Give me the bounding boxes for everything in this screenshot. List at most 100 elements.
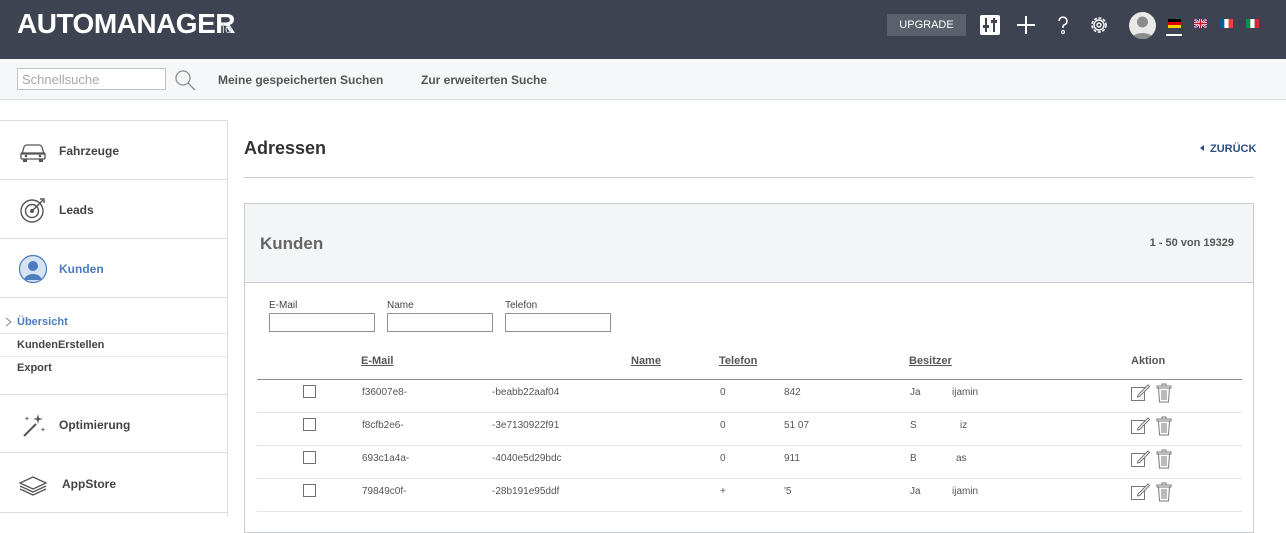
edit-icon[interactable] <box>1130 416 1150 436</box>
top-bar: AUTOMANAGER io UPGRADE <box>0 0 1286 59</box>
cell-owner-end: as <box>956 453 967 464</box>
filter-name-input[interactable] <box>387 313 493 332</box>
cell-phone-end: '5 <box>784 486 792 497</box>
car-icon <box>20 144 46 162</box>
magic-wand-icon <box>23 414 46 437</box>
cell-phone-end: 51 07 <box>784 420 810 431</box>
cell-name: -3e7130922f91 <box>492 420 560 431</box>
delete-icon[interactable] <box>1154 482 1174 502</box>
help-icon[interactable] <box>1051 13 1075 37</box>
gear-icon[interactable] <box>1087 13 1111 37</box>
cell-owner-start: Ja <box>910 486 921 497</box>
app-logo-suffix: io <box>222 21 233 36</box>
sidebar-item-optimierung[interactable]: Optimierung <box>0 394 227 453</box>
active-language-indicator <box>1166 34 1182 36</box>
column-header-phone[interactable]: Telefon <box>719 355 757 367</box>
sidebar: Fahrzeuge Leads Kunden Übersicht KundenE… <box>0 120 228 517</box>
table-row: 79849c0f- -28b191e95ddf + '5 Ja ijamin <box>257 479 1242 512</box>
cell-name: -4040e5d29bdc <box>492 453 562 464</box>
divider <box>244 177 1254 178</box>
delete-icon[interactable] <box>1154 383 1174 403</box>
cell-owner-end: ijamin <box>952 486 979 497</box>
sidebar-item-fahrzeuge[interactable]: Fahrzeuge <box>0 121 227 180</box>
sidebar-subitem-uebersicht[interactable]: Übersicht <box>0 311 227 334</box>
cell-phone-start: 0 <box>720 420 726 431</box>
sidebar-item-leads[interactable]: Leads <box>0 180 227 239</box>
target-icon <box>20 198 45 223</box>
cell-email: f8cfb2e6- <box>362 420 404 431</box>
table-row: 693c1a4a- -4040e5d29bdc 0 911 B as <box>257 446 1242 479</box>
cell-owner-end: iz <box>960 420 968 431</box>
delete-icon[interactable] <box>1154 449 1174 469</box>
plus-icon[interactable] <box>1014 13 1038 37</box>
column-header-action: Aktion <box>1131 355 1166 367</box>
cell-owner-start: Ja <box>910 387 921 398</box>
edit-icon[interactable] <box>1130 449 1150 469</box>
cell-phone-end: 842 <box>784 387 801 398</box>
sidebar-item-label: Fahrzeuge <box>59 144 120 158</box>
upgrade-button[interactable]: UPGRADE <box>887 14 966 36</box>
filter-phone-input[interactable] <box>505 313 611 332</box>
panel-header: Kunden 1 - 50 von 19329 <box>245 204 1253 283</box>
cell-email: f36007e8- <box>362 387 408 398</box>
quick-search-input[interactable] <box>17 68 166 90</box>
edit-icon[interactable] <box>1130 383 1150 403</box>
row-checkbox[interactable] <box>303 484 316 497</box>
row-checkbox[interactable] <box>303 418 316 431</box>
avatar[interactable] <box>1129 12 1156 39</box>
advanced-search-link[interactable]: Zur erweiterten Suche <box>421 73 547 87</box>
cell-phone-start: 0 <box>720 387 726 398</box>
flag-gb-icon[interactable] <box>1194 19 1207 28</box>
sidebar-item-label: Leads <box>59 203 94 217</box>
row-checkbox[interactable] <box>303 385 316 398</box>
flag-de-icon[interactable] <box>1168 19 1181 28</box>
cell-phone-start: 0 <box>720 453 726 464</box>
column-header-owner[interactable]: Besitzer <box>909 355 952 367</box>
back-label: ZURÜCK <box>1210 143 1257 155</box>
filter-email-label: E-Mail <box>269 300 298 311</box>
cell-name: -beabb22aaf04 <box>492 387 560 398</box>
search-icon[interactable] <box>174 69 196 91</box>
cell-owner-start: S <box>910 420 917 431</box>
delete-icon[interactable] <box>1154 416 1174 436</box>
panel-title: Kunden <box>260 234 324 253</box>
cell-phone-end: 911 <box>784 453 800 464</box>
cell-owner-end: ijamin <box>952 387 979 398</box>
layers-icon <box>18 476 48 496</box>
cell-email: 79849c0f- <box>362 486 407 497</box>
caret-left-icon <box>1200 145 1204 151</box>
search-bar: Meine gespeicherten Suchen Zur erweitert… <box>0 59 1286 100</box>
sidebar-item-label: AppStore <box>62 477 116 491</box>
edit-icon[interactable] <box>1130 482 1150 502</box>
back-link[interactable]: ZURÜCK <box>1200 143 1256 155</box>
result-count: 1 - 50 von 19329 <box>1149 237 1234 249</box>
table-row: f8cfb2e6- -3e7130922f91 0 51 07 S iz <box>257 413 1242 446</box>
table-row: f36007e8- -beabb22aaf04 0 842 Ja ijamin <box>257 380 1242 413</box>
cell-email: 693c1a4a- <box>362 453 410 464</box>
cell-phone-start: + <box>720 486 726 497</box>
flag-fr-icon[interactable] <box>1220 19 1233 28</box>
sidebar-item-label: Optimierung <box>59 418 131 432</box>
column-header-email[interactable]: E-Mail <box>361 355 393 367</box>
page-title: Adressen <box>244 138 327 158</box>
saved-searches-link[interactable]: Meine gespeicherten Suchen <box>218 73 383 87</box>
filter-phone-label: Telefon <box>505 300 538 311</box>
sidebar-item-kunden[interactable]: Kunden <box>0 239 227 298</box>
sliders-icon[interactable] <box>978 13 1002 37</box>
chevron-right-icon <box>5 317 12 327</box>
cell-owner-start: B <box>910 453 917 464</box>
filter-email-input[interactable] <box>269 313 375 332</box>
filter-name-label: Name <box>387 300 414 311</box>
flag-it-icon[interactable] <box>1246 19 1259 28</box>
person-icon <box>18 254 48 284</box>
sidebar-subitem-export[interactable]: Export <box>0 357 227 380</box>
sidebar-item-label: Kunden <box>59 262 104 276</box>
sidebar-subitem-label: KundenErstellen <box>17 339 105 351</box>
sidebar-subitem-label: Übersicht <box>17 316 68 328</box>
sidebar-item-appstore[interactable]: AppStore <box>0 454 227 513</box>
sidebar-subitem-kunden-erstellen[interactable]: KundenErstellen <box>0 334 227 357</box>
app-logo[interactable]: AUTOMANAGER <box>17 8 235 40</box>
row-checkbox[interactable] <box>303 451 316 464</box>
cell-name: -28b191e95ddf <box>492 486 560 497</box>
column-header-name[interactable]: Name <box>631 355 661 367</box>
